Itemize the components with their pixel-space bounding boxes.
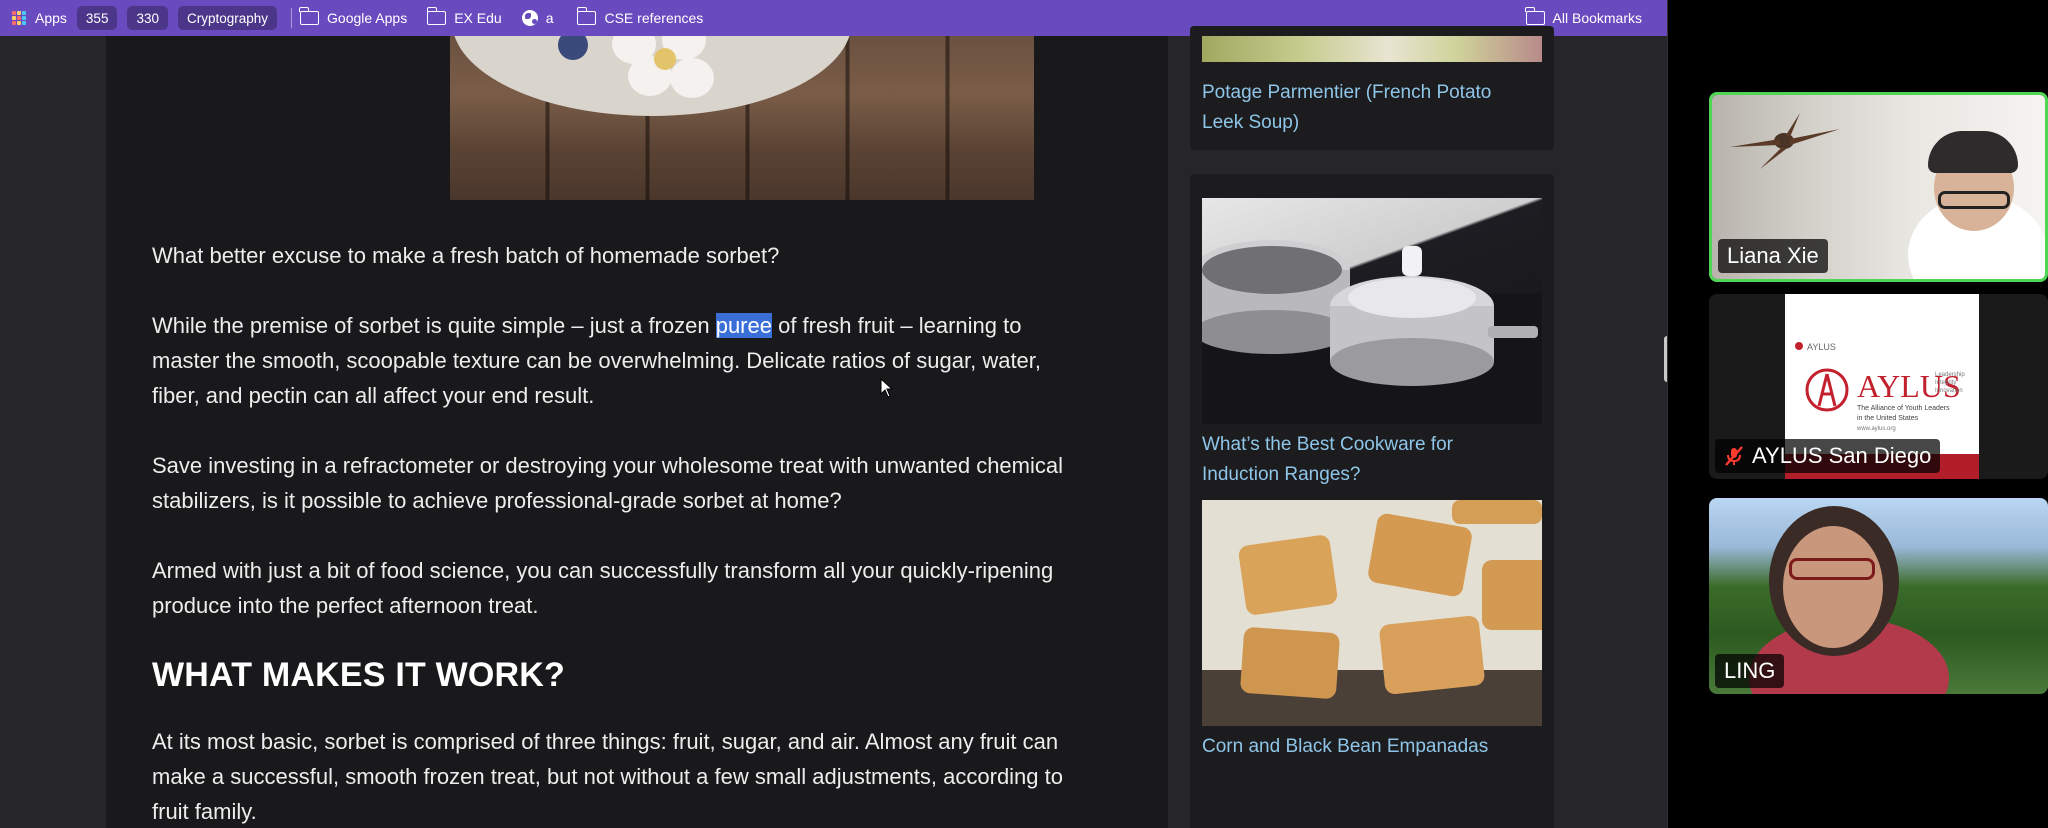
pots-illustration <box>1202 240 1542 424</box>
bookmark-apps[interactable]: Apps <box>12 6 67 30</box>
folder-icon <box>1524 7 1545 25</box>
glasses-icon <box>1789 558 1875 580</box>
bookmark-label: EX Edu <box>454 10 502 26</box>
bookmark-folder-google-apps[interactable]: Google Apps <box>299 6 408 30</box>
bookmark-badge-355[interactable]: 355 <box>76 6 118 30</box>
mouse-cursor-icon <box>880 378 894 398</box>
related-sidebar: Potage Parmentier (French Potato Leek So… <box>1168 26 1667 828</box>
related-link-cookware[interactable]: What’s the Best Cookware for Induction R… <box>1202 430 1542 490</box>
paragraph-refractometer: Save investing in a refractometer or des… <box>152 453 1064 513</box>
paragraph-food-science: Armed with just a bit of food science, y… <box>152 558 1054 618</box>
participant-name-ling: LING <box>1715 654 1785 688</box>
aylus-url: www.aylus.org <box>1856 426 1896 432</box>
aylus-full-2: in the United States <box>1857 415 1919 422</box>
aylus-tag-1: Leadership <box>1935 372 1965 378</box>
bookmark-folder-cse-references[interactable]: CSE references <box>576 6 704 30</box>
paragraph-basics: At its most basic, sorbet is comprised o… <box>152 729 1063 824</box>
ceiling-fan-icon <box>1730 113 1840 169</box>
sorbet-photo <box>450 36 1034 200</box>
participant-cap <box>1928 131 2018 173</box>
section-heading: WHAT MAKES IT WORK? <box>152 656 565 694</box>
paragraph-premise: While the premise of sorbet is quite sim… <box>152 313 1042 408</box>
bookmark-cryptography[interactable]: Cryptography <box>177 6 278 30</box>
flower-shape <box>610 36 720 104</box>
folder-icon <box>576 7 597 25</box>
apps-label: Apps <box>35 10 67 26</box>
aylus-tag-3: Innovation <box>1935 388 1963 394</box>
bookmark-label: a <box>545 10 554 26</box>
bookmark-label: Google Apps <box>327 10 408 26</box>
bookmarks-separator <box>291 8 293 28</box>
cookware-thumbnail[interactable] <box>1202 198 1542 424</box>
related-link-empanadas[interactable]: Corn and Black Bean Empanadas <box>1202 732 1542 762</box>
article-column <box>106 36 1168 828</box>
globe-icon <box>521 10 538 26</box>
related-link-soup[interactable]: Potage Parmentier (French Potato Leek So… <box>1202 78 1542 138</box>
selected-text[interactable]: puree <box>715 313 772 338</box>
related-card-next <box>1190 814 1554 828</box>
aylus-small-text: AYLUS <box>1807 342 1836 352</box>
aylus-tag-2: Integrity <box>1935 380 1956 386</box>
glasses-icon <box>1938 191 2010 209</box>
bookmark-label: CSE references <box>604 10 704 26</box>
participant-face <box>1783 526 1883 648</box>
participant-name-aylus: AYLUS San Diego <box>1715 439 1941 473</box>
paragraph-intro: What better excuse to make a fresh batch… <box>152 243 780 268</box>
bookmark-folder-ex-edu[interactable]: EX Edu <box>426 6 502 30</box>
participant-tile-liana[interactable]: Liana Xie <box>1709 92 2048 282</box>
empanadas-illustration <box>1202 500 1542 726</box>
apps-grid-icon <box>12 11 26 25</box>
page-viewport: What better excuse to make a fresh batch… <box>0 26 1667 828</box>
bookmark-a[interactable]: a <box>521 6 554 30</box>
related-card-soup[interactable]: Potage Parmentier (French Potato Leek So… <box>1190 26 1554 150</box>
folder-icon <box>426 7 447 25</box>
bookmark-label: All Bookmarks <box>1552 10 1642 26</box>
video-call-panel: Liana Xie AYLUS AYLUS Leadership Integri… <box>1668 0 2048 828</box>
empanadas-thumbnail[interactable] <box>1202 500 1542 726</box>
aylus-full-1: The Alliance of Youth Leaders <box>1857 405 1950 412</box>
microphone-muted-icon <box>1725 446 1743 466</box>
soup-thumbnail <box>1202 36 1542 62</box>
related-card-group: What’s the Best Cookware for Induction R… <box>1190 174 1554 826</box>
participant-tile-aylus[interactable]: AYLUS AYLUS Leadership Integrity Innovat… <box>1709 294 2048 479</box>
folder-icon <box>299 7 320 25</box>
bookmark-badge-330[interactable]: 330 <box>127 6 168 30</box>
browser-window: Apps 355 330 Cryptography Google Apps EX… <box>0 0 1668 828</box>
participant-tile-ling[interactable]: LING <box>1709 498 2048 694</box>
participant-name-liana: Liana Xie <box>1718 239 1828 273</box>
